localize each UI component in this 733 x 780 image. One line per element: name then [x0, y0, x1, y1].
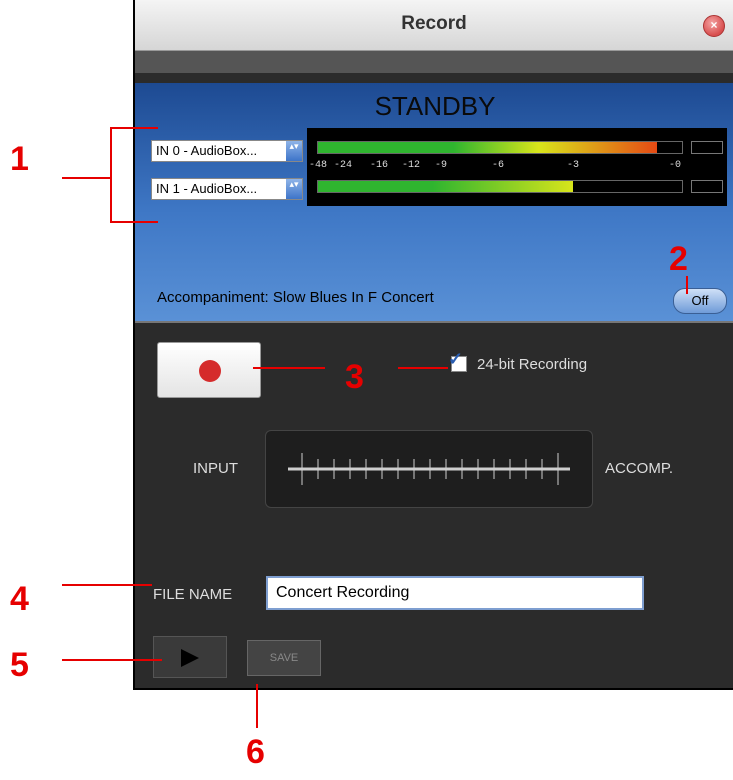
- meter-track-0: [317, 141, 683, 154]
- file-name-input[interactable]: Concert Recording: [266, 576, 644, 610]
- input-select-0-label: IN 0 - AudioBox...: [156, 143, 258, 158]
- status-label: STANDBY: [374, 91, 496, 121]
- select-arrows-icon: ▴▾: [286, 179, 302, 199]
- scale-tick: -9: [435, 160, 448, 171]
- record-icon: [199, 360, 221, 382]
- close-icon[interactable]: ×: [703, 15, 725, 37]
- scale-tick: -3: [567, 160, 580, 171]
- select-arrows-icon: ▴▾: [286, 141, 302, 161]
- annotation-4: 4: [10, 580, 29, 618]
- input-panel: STANDBY IN 0 - AudioBox... ▴▾ IN 1 - Aud…: [135, 83, 733, 321]
- mix-fader[interactable]: [265, 430, 593, 508]
- title-bar: Record ×: [135, 0, 733, 51]
- accompaniment-label: Accompaniment: Slow Blues In F Concert: [157, 289, 434, 306]
- scale-tick: -24: [334, 160, 353, 171]
- annotation-line: [62, 177, 110, 179]
- scale-tick: -6: [492, 160, 505, 171]
- meter-track-1: [317, 180, 683, 193]
- divider: [135, 321, 733, 323]
- annotation-5: 5: [10, 646, 29, 684]
- toolbar-strip: [135, 51, 733, 73]
- fader-input-label: INPUT: [193, 460, 238, 477]
- level-meter: -48 -24 -16 -12 -9 -6 -3 -0: [307, 128, 727, 206]
- scale-tick: -48: [309, 160, 328, 171]
- clip-indicator-1: [691, 180, 723, 193]
- annotation-line: [253, 367, 325, 369]
- annotation-bracket: [110, 127, 158, 129]
- scale-tick: -0: [669, 160, 682, 171]
- input-select-0[interactable]: IN 0 - AudioBox... ▴▾: [151, 140, 303, 162]
- annotation-line: [62, 584, 152, 586]
- accompaniment-toggle-button[interactable]: Off: [673, 288, 727, 314]
- annotation-bracket: [110, 127, 112, 223]
- annotation-2: 2: [669, 240, 688, 278]
- scale-tick: -16: [370, 160, 389, 171]
- annotation-6: 6: [246, 733, 265, 771]
- clip-indicator-0: [691, 141, 723, 154]
- window-title: Record: [401, 13, 467, 34]
- annotation-1: 1: [10, 140, 29, 178]
- record-button[interactable]: [157, 342, 261, 398]
- play-button[interactable]: [153, 636, 227, 678]
- record-window: Record × STANDBY IN 0 - AudioBox... ▴▾ I…: [133, 0, 733, 690]
- annotation-line: [62, 659, 162, 661]
- annotation-line: [398, 367, 448, 369]
- annotation-line: [256, 684, 258, 728]
- checkmark-icon: ✓: [448, 349, 464, 369]
- 24bit-label: 24-bit Recording: [477, 356, 588, 373]
- meter-fill-0: [318, 142, 657, 153]
- annotation-line: [686, 276, 688, 294]
- play-icon: [181, 649, 199, 667]
- annotation-3: 3: [345, 358, 364, 396]
- file-name-label: FILE NAME: [153, 586, 233, 603]
- fader-accomp-label: ACCOMP.: [605, 460, 674, 477]
- input-select-1-label: IN 1 - AudioBox...: [156, 181, 258, 196]
- fader-scale-icon: [288, 453, 570, 485]
- annotation-bracket: [110, 221, 158, 223]
- meter-fill-1: [318, 181, 573, 192]
- input-select-1[interactable]: IN 1 - AudioBox... ▴▾: [151, 178, 303, 200]
- scale-tick: -12: [402, 160, 421, 171]
- save-button[interactable]: SAVE: [247, 640, 321, 676]
